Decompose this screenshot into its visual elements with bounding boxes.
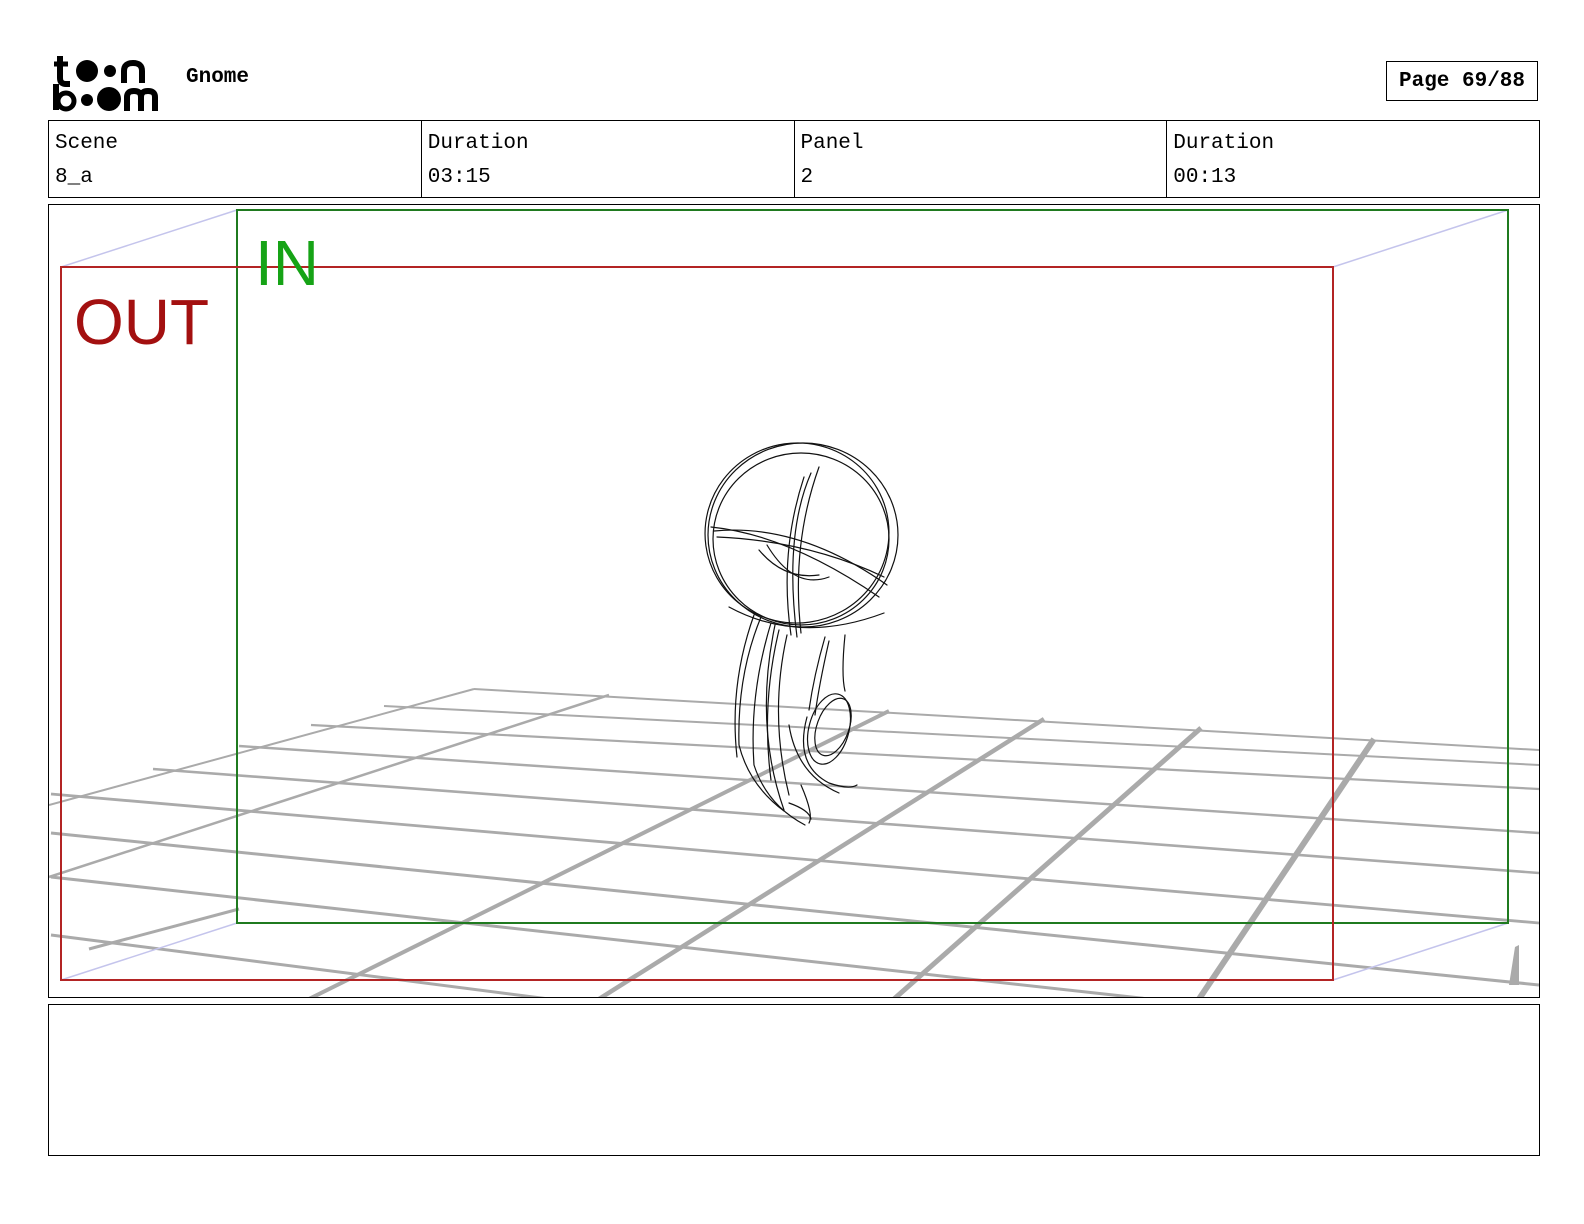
panel-duration-label: Duration [1173,132,1275,155]
floor-grid [49,688,1539,997]
scene-duration-label: Duration [427,132,529,155]
gnome-sketch [704,442,899,826]
page-indicator: Page 69/88 [1386,61,1538,101]
project-title: Gnome [186,66,250,89]
panel-drawing [49,209,1539,997]
out-label: OUT [74,286,210,358]
toonboom-logo-icon [53,56,158,112]
panel-duration-cell: Duration 00:13 [1166,121,1539,197]
storyboard-panel-image: IN OUT [48,204,1540,998]
scene-value: 8_a [55,166,93,189]
dialog-notes-box[interactable] [48,1004,1540,1156]
scene-cell: Scene 8_a [49,121,421,197]
panel-value: 2 [800,166,814,189]
in-label: IN [255,227,319,299]
in-frame [236,209,1509,924]
panel-label: Panel [800,132,864,155]
out-frame [60,266,1334,981]
panel-cell: Panel 2 [793,121,1167,197]
panel-info-table: Scene 8_a Duration 03:15 Panel 2 Duratio… [48,120,1540,198]
panel-duration-value: 00:13 [1173,166,1237,189]
scene-label: Scene [55,132,119,155]
scene-duration-cell: Duration 03:15 [420,121,794,197]
scene-duration-value: 03:15 [427,166,491,189]
